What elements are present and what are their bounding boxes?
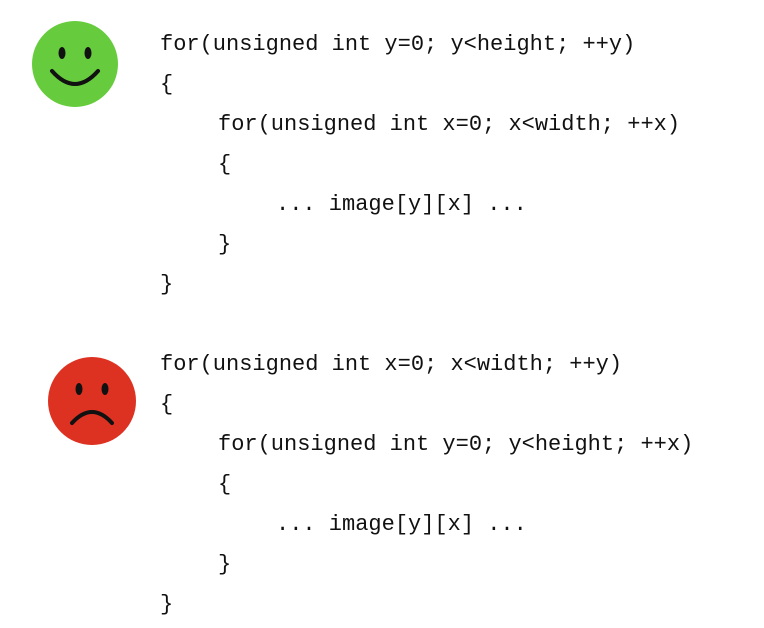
code-line: ... image[y][x] ...	[276, 192, 527, 217]
code-line: for(unsigned int x=0; x<width; ++y)	[160, 352, 623, 377]
code-line: {	[218, 472, 232, 497]
code-line: ... image[y][x] ...	[276, 512, 527, 537]
code-line: }	[160, 272, 174, 297]
code-line: for(unsigned int y=0; y<height; ++y)	[160, 32, 636, 57]
code-line: {	[160, 72, 174, 97]
code-line: {	[218, 152, 232, 177]
code-line: }	[218, 552, 232, 577]
code-line: }	[160, 592, 174, 617]
smiley-face-icon	[32, 21, 118, 107]
good-loop-code: for(unsigned int y=0; y<height; ++y) { f…	[160, 25, 680, 305]
code-line: {	[160, 392, 174, 417]
code-line: for(unsigned int y=0; y<height; ++x)	[218, 432, 694, 457]
bad-loop-code: for(unsigned int x=0; x<width; ++y) { fo…	[160, 345, 693, 625]
code-line: }	[218, 232, 232, 257]
code-line: for(unsigned int x=0; x<width; ++x)	[218, 112, 681, 137]
frowning-face-icon	[48, 357, 136, 445]
